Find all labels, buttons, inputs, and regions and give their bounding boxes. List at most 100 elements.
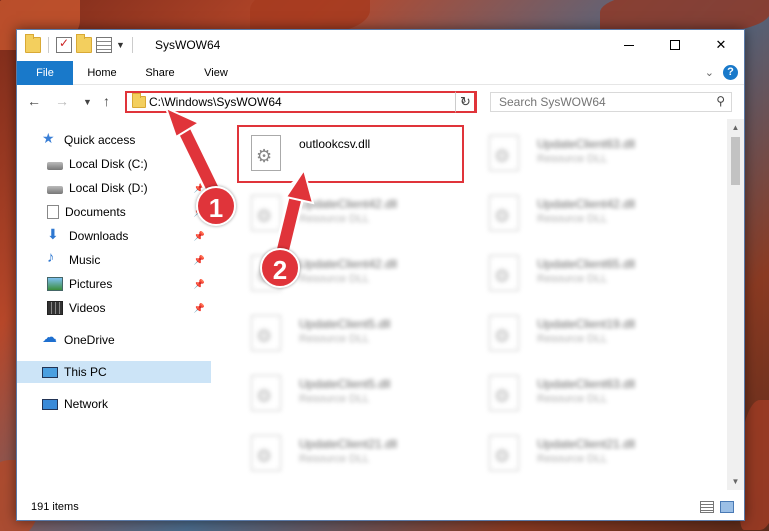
dll-file-icon (489, 195, 519, 231)
sidebar-item-label: Videos (69, 301, 106, 315)
file-type: Resource DLL (299, 213, 370, 225)
properties-icon[interactable] (96, 37, 112, 53)
file-type: Resource DLL (537, 213, 608, 225)
dll-file-icon (251, 195, 281, 231)
properties-check-icon[interactable] (56, 36, 72, 53)
sidebar-item-this-pc[interactable]: This PC (17, 361, 211, 383)
search-icon[interactable]: ⚲ (716, 94, 725, 108)
recent-locations-dropdown-icon[interactable]: ▼ (83, 97, 92, 107)
file-type: Resource DLL (537, 153, 608, 165)
file-name: UpdateClient5.dll (299, 317, 391, 331)
file-name: UpdateClient63.dll (537, 137, 636, 151)
new-folder-icon[interactable] (76, 34, 92, 53)
search-input[interactable] (491, 93, 701, 111)
sidebar-item-onedrive[interactable]: OneDrive (17, 328, 211, 351)
sidebar-item-pictures[interactable]: Pictures 📌 (17, 273, 211, 295)
download-icon (47, 226, 63, 243)
item-count: 191 items (31, 501, 79, 513)
sidebar-item-quick-access[interactable]: Quick access (17, 129, 211, 151)
file-item[interactable]: UpdateClient21.dll Resource DLL (477, 425, 707, 481)
scroll-up-icon[interactable]: ▲ (727, 119, 744, 136)
file-list: outlookcsv.dll UpdateClient63.dll Resour… (229, 119, 726, 490)
tab-share[interactable]: Share (135, 61, 185, 85)
sidebar-item-label: Pictures (69, 277, 113, 291)
folder-icon[interactable] (25, 34, 41, 53)
file-name: UpdateClient21.dll (299, 437, 398, 451)
file-item[interactable]: UpdateClient63.dll Resource DLL (477, 365, 707, 421)
file-name: UpdateClient65.dll (537, 257, 636, 271)
search-box[interactable]: ⚲ (490, 92, 732, 112)
file-item[interactable]: UpdateClient21.dll Resource DLL (239, 425, 469, 481)
up-arrow-icon[interactable]: ↑ (103, 93, 110, 109)
disk-icon (47, 186, 63, 194)
help-icon[interactable]: ? (723, 65, 738, 80)
minimize-button[interactable] (606, 30, 652, 60)
pin-icon[interactable]: 📌 (194, 255, 205, 266)
forward-arrow-icon[interactable]: → (55, 93, 69, 109)
tab-home[interactable]: Home (77, 61, 127, 85)
address-bar[interactable]: C:\Windows\SysWOW64 ⌄ (125, 91, 476, 113)
back-arrow-icon[interactable]: ← (27, 93, 41, 109)
dll-file-icon (489, 375, 519, 411)
step-badge-1: 1 (196, 186, 236, 226)
sidebar-item-label: Quick access (64, 133, 136, 147)
sidebar-item-videos[interactable]: Videos 📌 (17, 297, 211, 319)
large-icons-view-icon[interactable] (720, 501, 734, 513)
minimize-icon (624, 44, 634, 46)
file-type: Resource DLL (537, 453, 608, 465)
expand-ribbon-chevron-icon[interactable]: ⌄ (705, 66, 714, 79)
dll-file-icon (489, 315, 519, 351)
pin-icon[interactable]: 📌 (194, 231, 205, 242)
tab-view[interactable]: View (193, 61, 239, 85)
maximize-button[interactable] (652, 30, 698, 60)
file-type: Resource DLL (299, 393, 370, 405)
file-name: UpdateClient63.dll (537, 377, 636, 391)
network-icon (42, 398, 58, 410)
details-view-icon[interactable] (700, 501, 714, 513)
title-bar: ▼ SysWOW64 ✕ (17, 30, 744, 61)
file-name: UpdateClient19.dll (537, 317, 636, 331)
scroll-down-icon[interactable]: ▼ (727, 473, 744, 490)
document-icon (47, 205, 59, 219)
window-title: SysWOW64 (155, 38, 221, 52)
file-item[interactable]: UpdateClient5.dll Resource DLL (239, 305, 469, 361)
address-path[interactable]: C:\Windows\SysWOW64 (149, 95, 282, 109)
sidebar-item-music[interactable]: Music 📌 (17, 249, 211, 271)
address-folder-icon (132, 93, 146, 108)
file-name: UpdateClient21.dll (537, 437, 636, 451)
ribbon-tabs: File Home Share View ⌄ ? (17, 61, 744, 85)
sidebar-item-local-disk-d[interactable]: Local Disk (D:) 📌 (17, 177, 211, 199)
pin-icon[interactable]: 📌 (194, 303, 205, 314)
music-icon (47, 249, 63, 267)
file-item[interactable]: UpdateClient42.dll Resource DLL (477, 185, 707, 241)
file-type: Resource DLL (299, 273, 370, 285)
sidebar-item-network[interactable]: Network (17, 393, 211, 415)
file-item[interactable]: UpdateClient5.dll Resource DLL (239, 365, 469, 421)
sidebar-item-label: Local Disk (C:) (69, 157, 148, 171)
sidebar-item-documents[interactable]: Documents 📌 (17, 201, 211, 223)
scroll-thumb[interactable] (731, 137, 740, 185)
sidebar-item-label: OneDrive (64, 333, 115, 347)
sidebar-item-label: Network (64, 397, 109, 411)
close-button[interactable]: ✕ (698, 30, 744, 60)
dll-file-icon (489, 255, 519, 291)
sidebar-item-downloads[interactable]: Downloads 📌 (17, 225, 211, 247)
disk-icon (47, 162, 63, 170)
sidebar-item-local-disk-c[interactable]: Local Disk (C:) 📌 (17, 153, 211, 175)
file-item[interactable]: UpdateClient63.dll Resource DLL (477, 125, 707, 181)
file-item[interactable]: UpdateClient42.dll Resource DLL (239, 185, 469, 241)
file-type: Resource DLL (537, 333, 608, 345)
pin-icon[interactable]: 📌 (194, 159, 205, 170)
file-type: Resource DLL (299, 333, 370, 345)
vertical-scrollbar[interactable]: ▲ ▼ (727, 119, 744, 490)
dll-file-icon (251, 435, 281, 471)
customize-toolbar-dropdown-icon[interactable]: ▼ (116, 40, 125, 50)
pin-icon[interactable]: 📌 (194, 279, 205, 290)
file-item[interactable]: UpdateClient19.dll Resource DLL (477, 305, 707, 361)
quick-access-toolbar: ▼ (25, 34, 136, 53)
file-item[interactable]: UpdateClient65.dll Resource DLL (477, 245, 707, 301)
tab-file[interactable]: File (17, 61, 73, 85)
explorer-window: ▼ SysWOW64 ✕ File Home Share View ⌄ ? ← … (16, 29, 745, 521)
refresh-icon[interactable]: ↻ (455, 91, 477, 113)
sidebar-item-label: Music (69, 253, 101, 267)
